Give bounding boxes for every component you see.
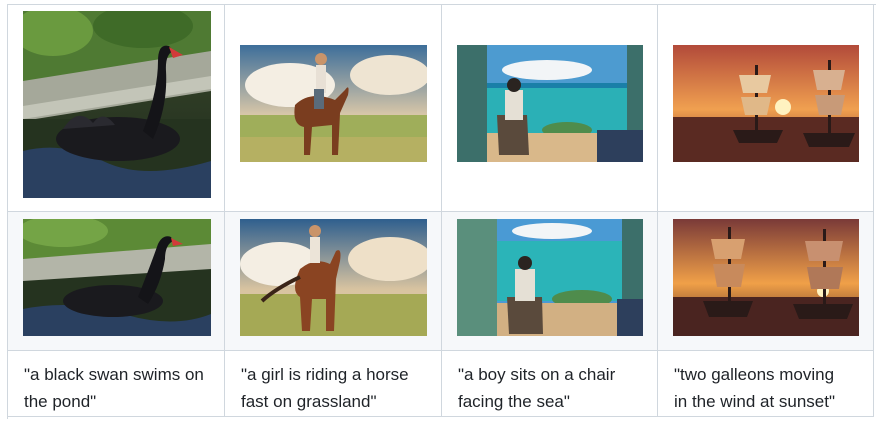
table-cell bbox=[225, 5, 442, 212]
table-cell: "a girl is riding a horse fast on grassl… bbox=[225, 351, 442, 417]
caption-line: "a girl is riding a horse bbox=[241, 365, 409, 384]
table-cell: "two galleons moving in the wind at suns… bbox=[658, 351, 874, 417]
horse-image-edited bbox=[240, 219, 427, 336]
sea-image-original bbox=[457, 45, 643, 162]
table-cell: "a black swan swims on the pond" bbox=[8, 351, 225, 417]
caption-horse: "a girl is riding a horse fast on grassl… bbox=[241, 361, 431, 415]
caption-line: "two galleons moving bbox=[674, 365, 835, 384]
table-cell bbox=[8, 5, 225, 212]
galleon-image-edited bbox=[673, 219, 859, 336]
caption-swan: "a black swan swims on the pond" bbox=[24, 361, 214, 415]
swan-image-edited bbox=[23, 219, 211, 336]
caption-line: the pond" bbox=[24, 392, 97, 411]
table-cell bbox=[442, 5, 658, 212]
caption-line: fast on grassland" bbox=[241, 392, 377, 411]
swan-image-original bbox=[23, 11, 211, 198]
caption-line: facing the sea" bbox=[458, 392, 570, 411]
sea-image-edited bbox=[457, 219, 643, 336]
caption-line: in the wind at sunset" bbox=[674, 392, 836, 411]
caption-sea: "a boy sits on a chair facing the sea" bbox=[458, 361, 647, 415]
caption-line: "a black swan swims on bbox=[24, 365, 204, 384]
caption-line: "a boy sits on a chair bbox=[458, 365, 616, 384]
table-cell: "a boy sits on a chair facing the sea" bbox=[442, 351, 658, 417]
table-cell bbox=[442, 212, 658, 351]
table-cell bbox=[658, 5, 874, 212]
galleon-image-original bbox=[673, 45, 859, 162]
comparison-table: "a black swan swims on the pond" "a girl… bbox=[7, 4, 876, 419]
horse-image-original bbox=[240, 45, 427, 162]
table-cell bbox=[225, 212, 442, 351]
caption-galleon: "two galleons moving in the wind at suns… bbox=[674, 361, 863, 415]
table-cell bbox=[8, 212, 225, 351]
table-cell bbox=[658, 212, 874, 351]
